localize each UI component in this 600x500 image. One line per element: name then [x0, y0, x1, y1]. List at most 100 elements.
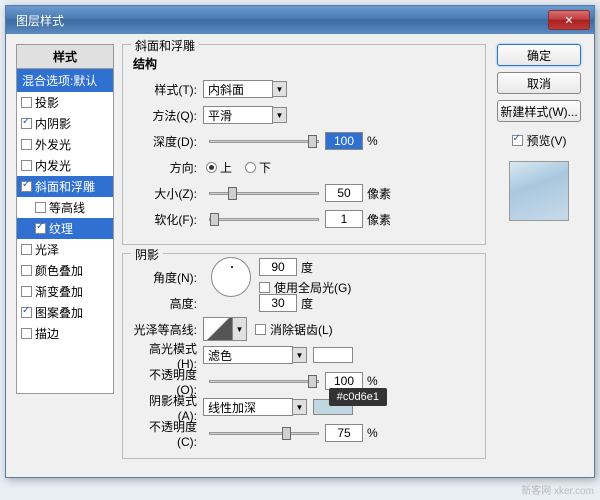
preview-checkbox[interactable] [512, 135, 523, 146]
technique-select[interactable]: 平滑 [203, 106, 273, 124]
titlebar: 图层样式 ✕ [6, 6, 594, 34]
soften-slider[interactable] [209, 218, 319, 221]
altitude-input[interactable]: 30 [259, 294, 297, 312]
direction-up-radio[interactable] [206, 162, 217, 173]
sidebar-item-label: 内发光 [35, 157, 71, 174]
depth-slider[interactable] [209, 140, 319, 143]
hopacity-slider[interactable] [209, 380, 319, 383]
antialias-label: 消除锯齿(L) [270, 321, 333, 338]
sidebar-item-label: 外发光 [35, 136, 71, 153]
smode-select[interactable]: 线性加深 [203, 398, 293, 416]
group-title-bevel: 斜面和浮雕 [131, 37, 199, 54]
highlight-color-swatch[interactable] [313, 347, 353, 363]
sidebar-checkbox[interactable] [21, 97, 32, 108]
size-input[interactable]: 50 [325, 184, 363, 202]
sidebar-checkbox[interactable] [21, 328, 32, 339]
sidebar-item-7[interactable]: 光泽 [17, 239, 113, 260]
sidebar-checkbox[interactable] [21, 139, 32, 150]
right-panel: 确定 取消 新建样式(W)... 预览(V) [494, 44, 584, 467]
group-title-shading: 阴影 [131, 246, 163, 263]
sidebar-item-5[interactable]: 等高线 [17, 197, 113, 218]
sidebar-item-label: 渐变叠加 [35, 283, 83, 300]
sidebar-checkbox[interactable] [21, 244, 32, 255]
chevron-down-icon[interactable]: ▼ [273, 107, 287, 123]
sidebar-item-1[interactable]: 内阴影 [17, 113, 113, 134]
size-unit: 像素 [367, 185, 391, 202]
up-label: 上 [220, 159, 232, 176]
sidebar-checkbox[interactable] [21, 181, 32, 192]
sidebar-checkbox[interactable] [21, 160, 32, 171]
style-select[interactable]: 内斜面 [203, 80, 273, 98]
close-button[interactable]: ✕ [548, 10, 590, 30]
sidebar-checkbox[interactable] [21, 307, 32, 318]
cancel-button[interactable]: 取消 [497, 72, 581, 94]
sidebar-checkbox[interactable] [21, 118, 32, 129]
watermark: 新客网 xker.com [521, 482, 594, 497]
depth-label: 深度(D): [133, 133, 203, 150]
sidebar-checkbox[interactable] [35, 223, 46, 234]
sopacity-input[interactable]: 75 [325, 424, 363, 442]
soften-input[interactable]: 1 [325, 210, 363, 228]
angle-input[interactable]: 90 [259, 258, 297, 276]
preview-swatch [509, 161, 569, 221]
sidebar-item-6[interactable]: 纹理 [17, 218, 113, 239]
contour-picker[interactable] [203, 317, 233, 341]
direction-label: 方向: [133, 159, 203, 176]
depth-input[interactable]: 100 [325, 132, 363, 150]
angle-label: 角度(N): [133, 269, 203, 286]
chevron-down-icon[interactable]: ▼ [233, 317, 247, 341]
sidebar-item-label: 描边 [35, 325, 59, 342]
sidebar-item-9[interactable]: 渐变叠加 [17, 281, 113, 302]
chevron-down-icon[interactable]: ▼ [293, 347, 307, 363]
sidebar-checkbox[interactable] [21, 286, 32, 297]
sidebar-item-label: 图案叠加 [35, 304, 83, 321]
sopacity-label: 不透明度(C): [133, 418, 203, 449]
sidebar: 样式 混合选项:默认 投影内阴影外发光内发光斜面和浮雕等高线纹理光泽颜色叠加渐变… [16, 44, 114, 467]
sidebar-header: 样式 [17, 45, 113, 69]
sidebar-item-8[interactable]: 颜色叠加 [17, 260, 113, 281]
hmode-select[interactable]: 滤色 [203, 346, 293, 364]
chevron-down-icon[interactable]: ▼ [293, 399, 307, 415]
size-label: 大小(Z): [133, 185, 203, 202]
sidebar-item-label: 内阴影 [35, 115, 71, 132]
sidebar-item-4[interactable]: 斜面和浮雕 [17, 176, 113, 197]
sidebar-item-label: 投影 [35, 94, 59, 111]
shading-group: 阴影 角度(N): 90 度 使用全局光(G) [122, 253, 486, 459]
sidebar-item-label: 等高线 [49, 199, 85, 216]
sidebar-item-label: 光泽 [35, 241, 59, 258]
soften-unit: 像素 [367, 211, 391, 228]
window-title: 图层样式 [10, 12, 548, 29]
sopacity-slider[interactable] [209, 432, 319, 435]
size-slider[interactable] [209, 192, 319, 195]
ok-button[interactable]: 确定 [497, 44, 581, 66]
color-tooltip: #c0d6e1 [329, 388, 387, 406]
chevron-down-icon[interactable]: ▼ [273, 81, 287, 97]
sidebar-item-10[interactable]: 图案叠加 [17, 302, 113, 323]
direction-down-radio[interactable] [245, 162, 256, 173]
contour-label: 光泽等高线: [133, 321, 203, 338]
pct-unit: % [367, 374, 378, 388]
sidebar-checkbox[interactable] [21, 265, 32, 276]
down-label: 下 [259, 159, 271, 176]
structure-subtitle: 结构 [133, 55, 475, 72]
bevel-group: 斜面和浮雕 结构 样式(T): 内斜面▼ 方法(Q): 平滑▼ 深度(D): 1… [122, 44, 486, 245]
antialias-checkbox[interactable] [255, 324, 266, 335]
sidebar-item-label: 纹理 [49, 220, 73, 237]
sidebar-item-0[interactable]: 投影 [17, 92, 113, 113]
sidebar-item-11[interactable]: 描边 [17, 323, 113, 344]
main-panel: 斜面和浮雕 结构 样式(T): 内斜面▼ 方法(Q): 平滑▼ 深度(D): 1… [122, 44, 486, 467]
pct-unit2: % [367, 426, 378, 440]
sidebar-item-3[interactable]: 内发光 [17, 155, 113, 176]
blend-defaults[interactable]: 混合选项:默认 [17, 69, 113, 92]
angle-wheel[interactable] [211, 257, 251, 297]
sidebar-item-label: 颜色叠加 [35, 262, 83, 279]
global-light-checkbox[interactable] [259, 282, 270, 293]
preview-label: 预览(V) [527, 132, 567, 149]
angle-unit: 度 [301, 259, 313, 276]
sidebar-checkbox[interactable] [35, 202, 46, 213]
soften-label: 软化(F): [133, 211, 203, 228]
style-label: 样式(T): [133, 81, 203, 98]
sidebar-item-2[interactable]: 外发光 [17, 134, 113, 155]
technique-label: 方法(Q): [133, 107, 203, 124]
new-style-button[interactable]: 新建样式(W)... [497, 100, 581, 122]
